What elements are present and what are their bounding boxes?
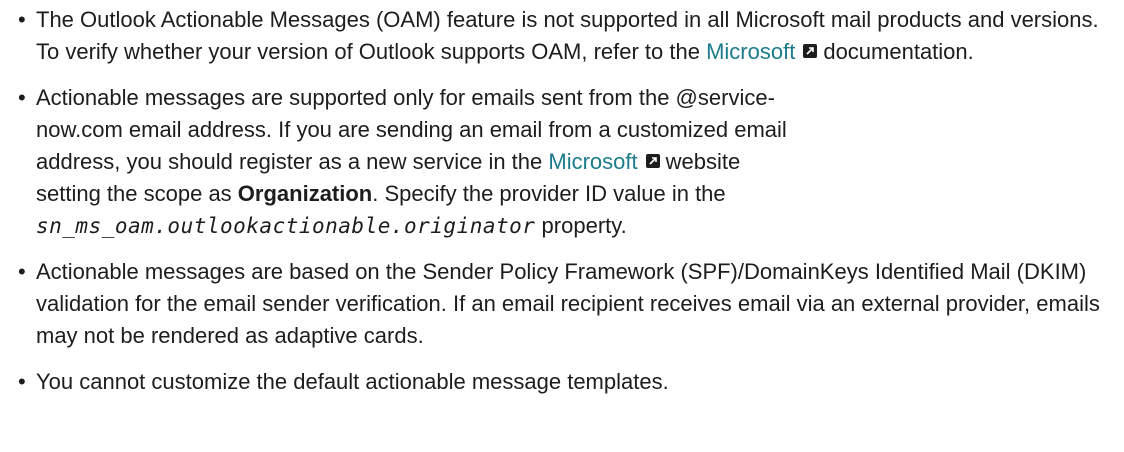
item1-text-b: documentation. xyxy=(823,39,974,64)
microsoft-link[interactable]: Microsoft xyxy=(706,39,795,64)
list-item: • Actionable messages are based on the S… xyxy=(18,256,1118,352)
list-item: • You cannot customize the default actio… xyxy=(18,366,1118,398)
item2-line4-text-b: . Specify the provider ID value in the xyxy=(372,181,726,206)
item2-line5: sn_ms_oam.outlookactionable.originator p… xyxy=(36,210,1118,242)
item2-line4: setting the scope as Organization. Speci… xyxy=(36,178,1118,210)
external-link-icon[interactable] xyxy=(645,154,660,169)
item2-line1: Actionable messages are supported only f… xyxy=(36,85,775,110)
scope-organization-label: Organization xyxy=(237,181,373,206)
property-name-code: sn_ms_oam.outlookactionable.originator xyxy=(36,214,536,238)
list-item: • The Outlook Actionable Messages (OAM) … xyxy=(18,4,1118,68)
external-link-icon[interactable] xyxy=(803,44,818,59)
item3-text: Actionable messages are based on the Sen… xyxy=(36,259,1100,348)
item4-text: You cannot customize the default actiona… xyxy=(36,369,669,394)
notes-list: • The Outlook Actionable Messages (OAM) … xyxy=(18,4,1118,412)
item2-line5-text-b: property. xyxy=(535,213,627,238)
item2-line4-text-a: setting the scope as xyxy=(36,181,238,206)
bullet: • xyxy=(18,259,26,284)
item2-line3-text-a: address, you should register as a new se… xyxy=(36,149,549,174)
bullet: • xyxy=(18,85,26,110)
item2-line3: address, you should register as a new se… xyxy=(36,146,1118,178)
item2-line2: now.com email address. If you are sendin… xyxy=(36,117,787,142)
microsoft-link[interactable]: Microsoft xyxy=(548,149,637,174)
bullet: • xyxy=(18,7,26,32)
list-item: • Actionable messages are supported only… xyxy=(18,82,1118,242)
item2-line3-text-b: website xyxy=(665,149,741,174)
bullet: • xyxy=(18,369,26,394)
